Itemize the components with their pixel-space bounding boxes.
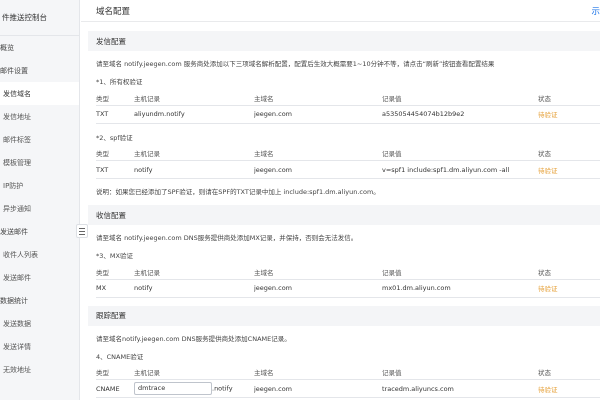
status-badge: 待验证 [538,160,600,179]
col-host: 主机记录 [134,265,254,280]
sidebar: 件推送控制台 概览 邮件设置 发信域名 发信地址 邮件标签 模板管理 IP防护 异步通知 发送邮… [0,0,80,400]
record-value: mx01.dm.aliyun.com [382,279,538,298]
status-badge: 待验证 [538,379,600,398]
sidebar-item[interactable]: 发送邮件 [0,266,79,289]
record-value: tracedm.aliyuncs.com [382,379,538,398]
sidebar-item[interactable]: 发送详情 [0,335,79,358]
cname-table: 类型 主机记录 主域名 记录值 状态 CNAME dmtrace .notify … [96,365,600,398]
record-type: CNAME [96,379,134,398]
sidebar-item[interactable]: 无效地址 [0,358,79,381]
record-domain: jeegen.com [254,105,382,124]
sidebar-item[interactable]: IP防护 [0,174,79,197]
sidebar-collapse-icon[interactable] [76,224,88,238]
sidebar-item[interactable]: 收件人列表 [0,243,79,266]
sidebar-item[interactable]: 邮件设置 [0,59,79,82]
record-domain: jeegen.com [254,379,382,398]
sidebar-item[interactable]: 发送数据 [0,312,79,335]
sidebar-item[interactable]: 异步通知 [0,197,79,220]
status-badge: 待验证 [538,279,600,298]
record-host: notify [134,160,254,179]
col-status: 状态 [538,146,600,161]
track-config-title: 跟踪配置 [88,305,600,326]
page-header: 域名配置 示 [81,0,600,22]
recv-config-title: 收信配置 [88,205,600,225]
table-row: CNAME dmtrace .notify jeegen.com tracedm.… [96,379,600,398]
table-row: TXT notify jeegen.com v=spf1 include:spf… [96,160,600,179]
ownership-table: 类型 主机记录 主域名 记录值 状态 TXT aliyundm.notify j… [96,91,600,124]
col-status: 状态 [538,91,600,106]
col-domain: 主域名 [254,146,382,161]
table-row: MX notify jeegen.com mx01.dm.aliyun.com … [96,279,600,298]
sidebar-item[interactable]: 发信地址 [0,105,79,128]
col-value: 记录值 [382,146,538,161]
col-domain: 主域名 [254,91,382,106]
record-value: v=spf1 include:spf1.dm.aliyun.com -all [382,160,538,179]
col-host: 主机记录 [134,146,254,161]
col-value: 记录值 [382,365,538,380]
spf-table: 类型 主机记录 主域名 记录值 状态 TXT notify jeegen.com… [96,146,600,179]
send-config-desc: 请至域名 notify.jeegen.com 服务商处添加以下三项域名解析配置，… [96,60,495,68]
send-config-title: 发信配置 [88,31,600,51]
record-host: aliyundm.notify [134,105,254,124]
record-value: a535054454074b12b9e2 [382,105,538,124]
record-type: TXT [96,105,134,124]
record-type: TXT [96,160,134,179]
table-row: TXT aliyundm.notify jeegen.com a53505445… [96,105,600,124]
col-domain: 主域名 [254,265,382,280]
col-host: 主机记录 [134,91,254,106]
track-config-desc: 请至域名notify.jeegen.com DNS服务提供商处添加CNAME记录… [96,334,291,343]
sidebar-menu: 概览 邮件设置 发信域名 发信地址 邮件标签 模板管理 IP防护 异步通知 发送邮件 收件人列表发… [0,36,79,381]
col-status: 状态 [538,265,600,280]
spf-verify-label: *2、spf验证 [96,133,133,142]
sidebar-item[interactable]: 模板管理 [0,151,79,174]
col-type: 类型 [96,91,134,106]
cname-host-suffix: .notify [212,384,233,393]
mx-table: 类型 主机记录 主域名 记录值 状态 MX notify jeegen.com … [96,265,600,298]
record-host: notify [134,279,254,298]
sidebar-item[interactable]: 邮件标签 [0,128,79,151]
col-value: 记录值 [382,91,538,106]
main-content: 发信配置 请至域名 notify.jeegen.com 服务商处添加以下三项域名… [88,22,600,400]
status-badge: 待验证 [538,105,600,124]
sidebar-item[interactable]: 概览 [0,36,79,59]
sidebar-item[interactable]: 发送邮件 [0,220,79,243]
sidebar-item[interactable]: 发信域名 [0,82,79,105]
record-type: MX [96,279,134,298]
mx-verify-label: *3、MX验证 [96,252,133,260]
recv-config-desc: 请至域名 notify.jeegen.com DNS服务提供商处添加MX记录，并… [96,234,358,242]
col-status: 状态 [538,365,600,380]
record-domain: jeegen.com [254,279,382,298]
col-type: 类型 [96,146,134,161]
col-host: 主机记录 [134,365,254,380]
record-host: dmtrace .notify [134,379,254,398]
sidebar-item[interactable]: 数据统计 [0,289,79,312]
cname-verify-label: 4、CNAME验证 [96,352,144,361]
col-type: 类型 [96,365,134,380]
page-title: 域名配置 [96,6,131,17]
col-type: 类型 [96,265,134,280]
sidebar-title: 件推送控制台 [0,0,79,36]
ownership-verify-label: *1、所有权验证 [96,78,143,86]
header-right-link[interactable]: 示 [591,5,600,17]
col-value: 记录值 [382,265,538,280]
col-domain: 主域名 [254,365,382,380]
spf-note: 说明：如果您已经添加了SPF验证，则请在SPF的TXT记录中加上 include… [96,188,380,196]
cname-host-input[interactable]: dmtrace [134,382,212,395]
record-domain: jeegen.com [254,160,382,179]
